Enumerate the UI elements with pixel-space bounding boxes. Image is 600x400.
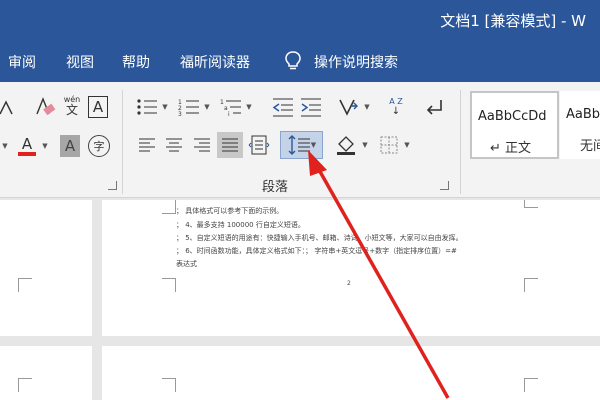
font-color-glyph: A <box>21 135 33 153</box>
lightbulb-icon[interactable] <box>284 50 302 72</box>
tell-me-search[interactable]: 操作说明搜索 <box>314 52 398 72</box>
style-name: ↵ 正文 <box>490 141 532 156</box>
tab-foxit-reader[interactable]: 福昕阅读器 <box>180 52 250 72</box>
document-line: ； 具体格式可以参考下面的示例。 <box>176 207 284 215</box>
menu-bar: 审阅 视图 帮助 福昕阅读器 操作说明搜索 <box>0 40 600 82</box>
distributed-icon[interactable] <box>248 134 270 156</box>
svg-text:3: 3 <box>178 111 182 118</box>
show-hide-marks-icon[interactable] <box>423 96 447 118</box>
font-color-dropdown-icon[interactable]: ▼ <box>40 138 50 154</box>
title-bar: 文档1 [兼容模式] - W <box>0 0 600 40</box>
document-line: ； 5、自定义短语的用途有：快捷输入手机号、邮箱、诗词、小短文等，大家可以自由发… <box>176 234 463 242</box>
crop-mark <box>524 378 538 392</box>
multilevel-dropdown-icon[interactable]: ▼ <box>245 101 253 113</box>
bullets-dropdown-icon[interactable]: ▼ <box>161 101 169 113</box>
character-shading-button[interactable]: A <box>60 135 80 157</box>
tab-review[interactable]: 审阅 <box>8 52 36 72</box>
ribbon-separator <box>122 90 123 194</box>
document-line: ； 4、最多支持 100000 行自定义短语。 <box>176 221 305 229</box>
paragraph-group-label: 段落 <box>262 180 289 195</box>
style-normal[interactable]: AaBbCcDd ↵ 正文 <box>470 91 559 159</box>
tab-view[interactable]: 视图 <box>66 52 94 72</box>
font-shrink-icon[interactable] <box>0 98 14 118</box>
crop-mark <box>524 200 538 208</box>
crop-mark <box>162 278 176 292</box>
multilevel-list-icon[interactable]: 1ai <box>219 96 243 118</box>
numbering-dropdown-icon[interactable]: ▼ <box>203 101 211 113</box>
decrease-indent-icon[interactable] <box>271 96 295 118</box>
increase-indent-icon[interactable] <box>299 96 323 118</box>
font-color-swatch <box>18 152 36 156</box>
numbering-icon[interactable]: 123 <box>177 96 201 118</box>
shading-dropdown-icon[interactable]: ▼ <box>361 139 369 151</box>
enclose-characters-button[interactable]: 字 <box>88 135 110 157</box>
sort-button[interactable]: A Z ↓ <box>385 94 407 120</box>
align-center-icon[interactable] <box>165 136 183 154</box>
clear-formatting-icon[interactable] <box>34 96 56 118</box>
bullets-icon[interactable] <box>135 96 159 118</box>
crop-mark <box>18 278 32 292</box>
crop-mark <box>162 200 176 214</box>
page-thumbnail[interactable] <box>0 200 92 336</box>
page-number: 2 <box>347 280 351 287</box>
ribbon-separator <box>460 90 461 194</box>
justify-button[interactable] <box>217 132 243 158</box>
pinyin-char: 文 <box>65 103 78 117</box>
borders-dropdown-icon[interactable]: ▼ <box>403 139 411 151</box>
tab-help[interactable]: 帮助 <box>122 52 150 72</box>
line-spacing-dropdown-icon: ▼ <box>310 141 317 149</box>
paragraph-dialog-launcher[interactable] <box>440 181 449 190</box>
style-sample: AaBbCcDd <box>478 109 547 124</box>
chinese-layout-dropdown-icon[interactable]: ▼ <box>363 101 371 113</box>
style-no-spacing[interactable]: AaBbC 无间 <box>560 91 600 159</box>
style-name: 无间 <box>580 139 600 154</box>
dropdown-caret-icon[interactable]: ▼ <box>0 138 10 154</box>
borders-icon[interactable] <box>379 135 399 155</box>
sort-arrow-icon: ↓ <box>391 106 401 117</box>
justify-icon <box>222 138 238 152</box>
document-line: 表达式 <box>176 260 197 268</box>
document-line: ； 6、时间函数功能，具体定义格式如下：； 字符串+英文逗号+数字（指定排序位置… <box>176 247 457 255</box>
document-title: 文档1 [兼容模式] - W <box>440 12 586 30</box>
crop-mark <box>524 278 538 292</box>
svg-text:i: i <box>228 111 230 118</box>
shading-icon[interactable] <box>335 134 357 156</box>
align-right-icon[interactable] <box>193 136 211 154</box>
chinese-layout-icon[interactable] <box>337 96 361 118</box>
font-dialog-launcher[interactable] <box>108 181 117 190</box>
page-thumbnail[interactable] <box>0 346 92 400</box>
font-color-button[interactable]: A <box>16 134 38 158</box>
style-sample: AaBbC <box>566 107 600 122</box>
character-border-button[interactable]: A <box>88 96 108 118</box>
line-spacing-icon <box>288 135 310 155</box>
crop-mark <box>18 378 32 392</box>
phonetic-guide-button[interactable]: wén 文 <box>62 94 82 118</box>
align-left-icon[interactable] <box>138 136 156 154</box>
line-spacing-button[interactable]: ▼ <box>280 131 323 159</box>
crop-mark <box>162 378 176 392</box>
